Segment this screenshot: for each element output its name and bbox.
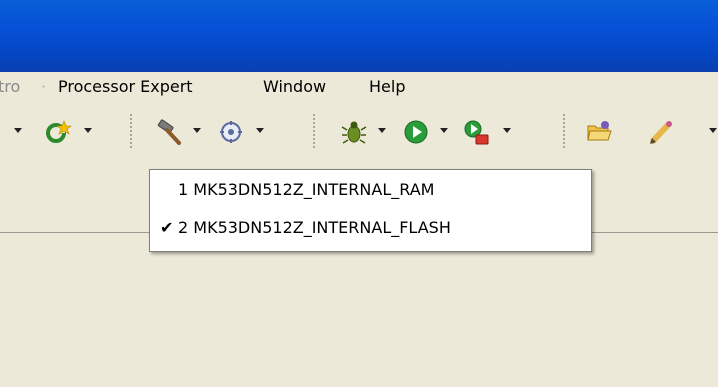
dropdown-arrow-icon[interactable] <box>709 128 717 133</box>
menu-item-label: 2 MK53DN512Z_INTERNAL_FLASH <box>178 218 451 237</box>
menu-help[interactable]: Help <box>369 77 405 96</box>
dropdown-arrow-icon[interactable] <box>14 128 22 133</box>
hammer-build-icon[interactable] <box>156 118 184 146</box>
build-configurations-menu: 1 MK53DN512Z_INTERNAL_RAM ✔ 2 MK53DN512Z… <box>149 169 592 252</box>
build-config-item-flash[interactable]: ✔ 2 MK53DN512Z_INTERNAL_FLASH <box>150 213 591 243</box>
dropdown-arrow-icon[interactable] <box>378 128 386 133</box>
dropdown-arrow-icon[interactable] <box>84 128 92 133</box>
menu-separator: · <box>41 77 47 96</box>
dropdown-arrow-icon[interactable] <box>193 128 201 133</box>
build-configuration-icon[interactable] <box>217 118 245 146</box>
edit-pencil-icon[interactable] <box>647 118 675 146</box>
checkmark-icon: ✔ <box>160 218 174 237</box>
dropdown-arrow-icon[interactable] <box>503 128 511 133</box>
dropdown-arrow-icon[interactable] <box>256 128 264 133</box>
main-toolbar <box>0 104 718 160</box>
editor-area <box>0 233 718 387</box>
toolbar-separator <box>313 114 315 148</box>
external-tool-run-icon[interactable] <box>462 118 490 146</box>
menu-window[interactable]: Window <box>263 77 326 96</box>
menu-item-label: 1 MK53DN512Z_INTERNAL_RAM <box>178 180 435 199</box>
toolbar-separator <box>130 114 132 148</box>
new-wizard-icon[interactable] <box>44 118 72 146</box>
menu-processor-expert[interactable]: Processor Expert <box>58 77 193 96</box>
dropdown-arrow-icon[interactable] <box>440 128 448 133</box>
run-icon[interactable] <box>402 118 430 146</box>
open-folder-icon[interactable] <box>585 118 613 146</box>
window-title-bar[interactable] <box>0 0 718 72</box>
toolbar-separator <box>563 114 565 148</box>
menu-bar: tro · Processor Expert Window Help <box>0 72 718 104</box>
build-config-item-ram[interactable]: 1 MK53DN512Z_INTERNAL_RAM <box>150 175 591 205</box>
menu-item-partial[interactable]: tro <box>0 77 20 96</box>
debug-bug-icon[interactable] <box>340 118 368 146</box>
